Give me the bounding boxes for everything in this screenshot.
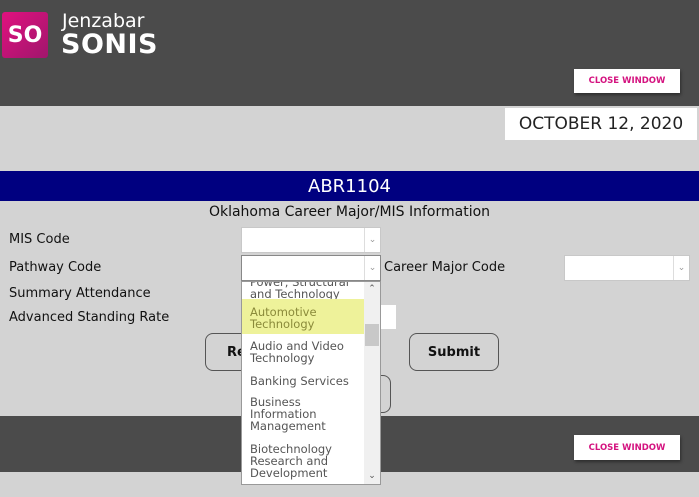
- dropdown-scrollbar[interactable]: ⌃ ⌄: [364, 282, 380, 484]
- form-subtitle: Oklahoma Career Major/MIS Information: [208, 204, 491, 220]
- pathway-code-select[interactable]: ⌄: [241, 255, 381, 281]
- dropdown-option[interactable]: Banking Services: [242, 368, 365, 393]
- summary-attendance-label: Summary Attendance: [9, 286, 151, 301]
- close-window-button[interactable]: CLOSE WINDOW: [574, 69, 680, 93]
- scroll-up-icon[interactable]: ⌃: [364, 284, 380, 294]
- pathway-code-label: Pathway Code: [9, 260, 102, 275]
- dropdown-option[interactable]: Business Information Management: [242, 392, 337, 440]
- scroll-down-icon[interactable]: ⌄: [364, 471, 380, 481]
- dropdown-option-highlighted[interactable]: Automotive Technology: [242, 299, 365, 334]
- career-major-code-label: Career Major Code: [384, 260, 506, 275]
- mis-code-label: MIS Code: [9, 232, 70, 247]
- sonis-logo: SO: [2, 12, 48, 58]
- mis-code-select[interactable]: ⌄: [241, 227, 381, 253]
- dropdown-option[interactable]: Power, Structural and Technology: [242, 282, 365, 300]
- career-major-code-select[interactable]: ⌄: [564, 255, 690, 281]
- advanced-standing-rate-label: Advanced Standing Rate: [9, 310, 170, 325]
- product-name: SONIS: [61, 29, 158, 60]
- date-display: OCTOBER 12, 2020: [505, 108, 697, 140]
- chevron-down-icon: ⌄: [364, 228, 380, 252]
- pathway-code-dropdown[interactable]: Power, Structural and Technology Automot…: [241, 281, 381, 485]
- page-title: ABR1104: [0, 171, 699, 201]
- footer-close-window-button[interactable]: CLOSE WINDOW: [574, 435, 680, 460]
- submit-button[interactable]: Submit: [409, 333, 499, 371]
- dropdown-option[interactable]: Audio and Video Technology: [242, 334, 365, 368]
- scrollbar-thumb[interactable]: [365, 324, 379, 346]
- chevron-down-icon: ⌄: [364, 256, 380, 280]
- chevron-down-icon: ⌄: [673, 256, 689, 280]
- dropdown-option[interactable]: Biotechnology Research and Development: [242, 439, 342, 484]
